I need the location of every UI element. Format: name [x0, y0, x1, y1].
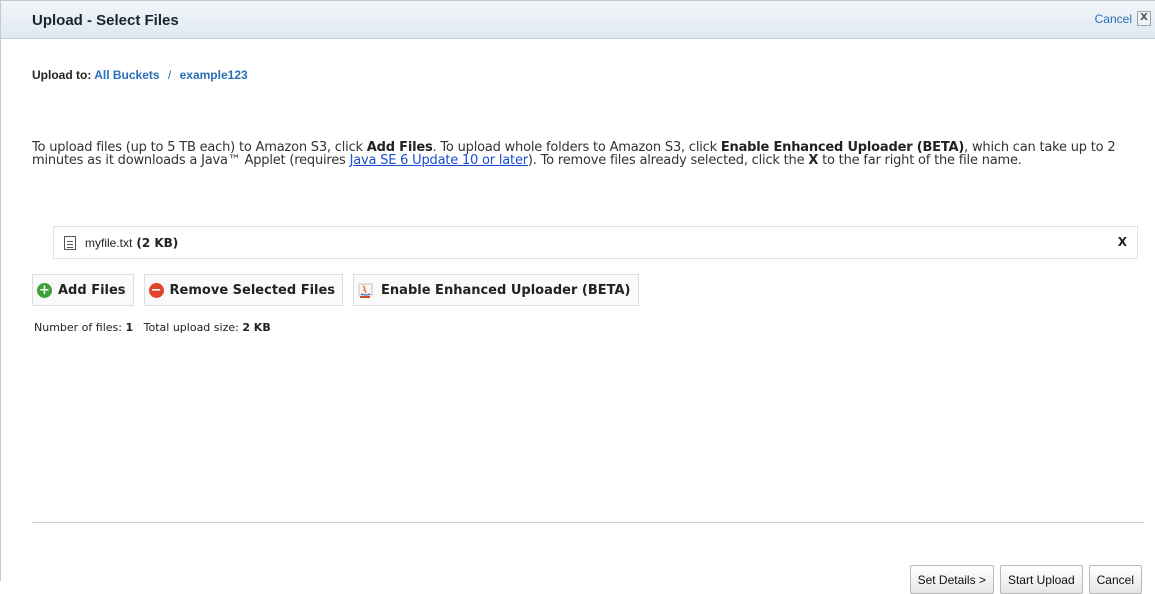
dialog-titlebar: Upload - Select Files Cancel X [1, 1, 1155, 39]
add-files-label: Add Files [58, 282, 126, 298]
close-icon[interactable]: X [1137, 11, 1151, 26]
instructions-x: X [808, 153, 819, 168]
file-count-value: 1 [125, 321, 134, 334]
set-details-button[interactable]: Set Details > [909, 565, 994, 594]
file-size: (2 KB) [136, 235, 179, 250]
total-size-label: Total upload size: [143, 321, 239, 334]
file-list-item[interactable]: myfile.txt (2 KB) X [53, 226, 1138, 259]
instructions-text-5: to the far right of the file name. [818, 153, 1022, 168]
minus-icon: − [148, 282, 164, 298]
java-requirement-link[interactable]: Java SE 6 Update 10 or later [350, 153, 529, 168]
add-files-button[interactable]: + Add Files [32, 274, 134, 306]
upload-dialog: Upload - Select Files Cancel X Upload to… [0, 0, 1155, 594]
dialog-footer: Set Details > Start Upload Cancel [909, 565, 1142, 594]
top-cancel: Cancel X [1095, 11, 1151, 26]
breadcrumb-all-buckets[interactable]: All Buckets [94, 68, 159, 82]
breadcrumb-bucket[interactable]: example123 [180, 68, 248, 82]
upload-destination: Upload to: All Buckets / example123 [32, 68, 248, 82]
remove-selected-label: Remove Selected Files [169, 282, 336, 298]
text-file-icon [64, 235, 76, 250]
plus-icon: + [37, 282, 52, 298]
file-count-label: Number of files: [34, 321, 122, 334]
total-size-value: 2 KB [242, 321, 271, 334]
breadcrumb-separator: / [167, 68, 172, 82]
dialog-title: Upload - Select Files [32, 12, 179, 29]
enable-enhanced-uploader-button[interactable]: Enable Enhanced Uploader (BETA) [353, 274, 639, 306]
cancel-button[interactable]: Cancel [1088, 565, 1142, 594]
remove-file-icon[interactable]: X [1118, 235, 1127, 249]
upload-stats: Number of files: 1 Total upload size: 2 … [34, 321, 271, 334]
start-upload-button[interactable]: Start Upload [999, 565, 1083, 594]
upload-instructions: To upload files (up to 5 TB each) to Ama… [32, 141, 1122, 167]
enable-enhanced-label: Enable Enhanced Uploader (BETA) [381, 282, 631, 298]
file-toolbar: + Add Files − Remove Selected Files Enab… [32, 274, 639, 306]
upload-to-label: Upload to: [32, 68, 92, 82]
java-icon [358, 282, 375, 299]
instructions-text-4: ). To remove files already selected, cli… [527, 153, 809, 168]
remove-selected-files-button[interactable]: − Remove Selected Files [143, 274, 344, 306]
top-cancel-link[interactable]: Cancel [1095, 12, 1132, 26]
footer-divider [32, 522, 1144, 523]
file-name: myfile.txt [85, 235, 133, 250]
